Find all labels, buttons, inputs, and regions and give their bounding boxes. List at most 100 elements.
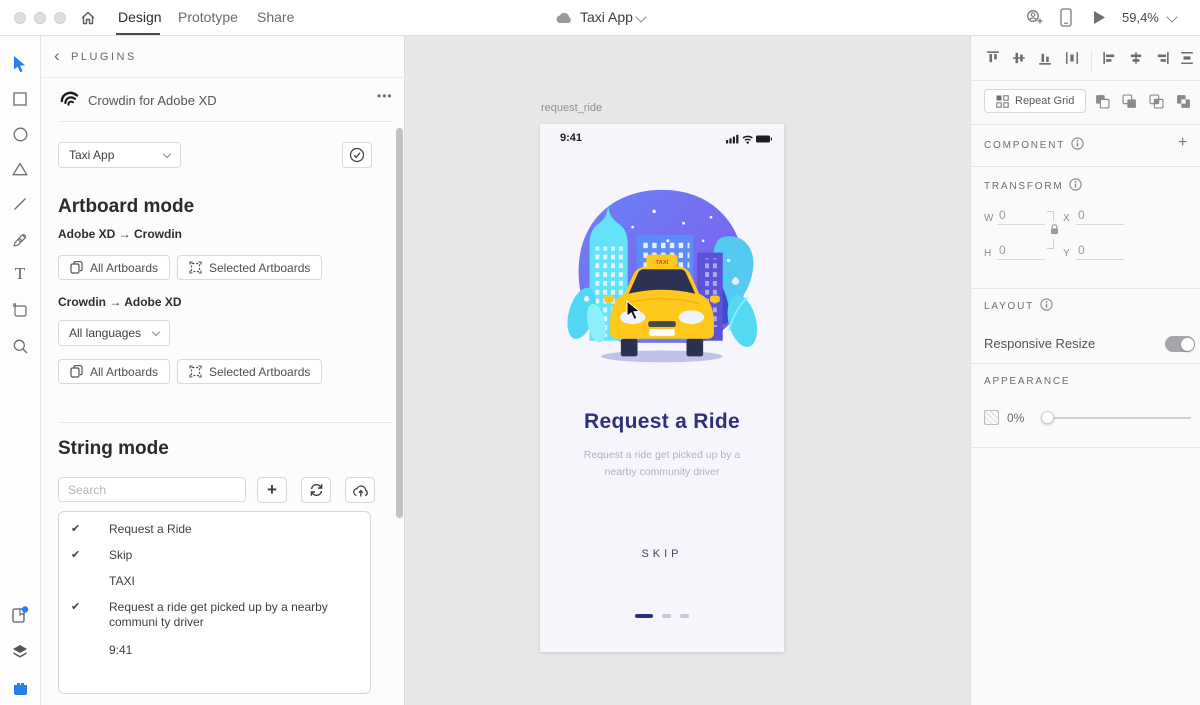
zoom-tool[interactable] bbox=[0, 332, 40, 360]
battery-icon bbox=[756, 135, 772, 143]
ride-title[interactable]: Request a Ride bbox=[540, 410, 784, 434]
align-top-icon[interactable] bbox=[986, 51, 1000, 65]
height-field[interactable] bbox=[997, 243, 1045, 260]
opacity-slider-track bbox=[1049, 417, 1191, 419]
sync-strings-button[interactable] bbox=[301, 477, 331, 503]
text-tool[interactable]: T bbox=[0, 260, 40, 288]
align-right-icon[interactable] bbox=[1155, 51, 1169, 65]
boolean-exclude-icon[interactable] bbox=[1176, 94, 1191, 109]
window-close-button[interactable] bbox=[14, 12, 26, 24]
tools-sidebar: T bbox=[0, 36, 41, 705]
string-mode-title: String mode bbox=[58, 438, 169, 459]
taxi-illustration: TAXI bbox=[564, 184, 760, 376]
lock-icon[interactable] bbox=[1050, 224, 1059, 235]
align-horizontal-center-icon[interactable] bbox=[1129, 51, 1143, 65]
artboard-name-label[interactable]: request_ride bbox=[541, 102, 602, 114]
panel-scrollbar[interactable] bbox=[396, 128, 403, 518]
boolean-add-icon[interactable] bbox=[1095, 94, 1110, 109]
info-icon[interactable] bbox=[1071, 137, 1084, 150]
play-preview-icon[interactable] bbox=[1092, 10, 1106, 25]
assets-panel-icon[interactable] bbox=[0, 673, 40, 701]
design-canvas[interactable]: request_ride 9:41 TAXI Request a Ride Re… bbox=[406, 36, 970, 705]
plugins-back-chevron-icon[interactable]: ‹ bbox=[54, 46, 60, 66]
layers-panel-icon[interactable] bbox=[0, 637, 40, 665]
artboard-request-ride[interactable]: 9:41 TAXI Request a Ride Request a ride … bbox=[540, 124, 784, 652]
y-field[interactable] bbox=[1076, 243, 1124, 260]
string-text: Skip bbox=[109, 548, 133, 562]
opacity-slider-knob[interactable] bbox=[1041, 411, 1054, 424]
divider bbox=[971, 124, 1200, 125]
tab-prototype[interactable]: Prototype bbox=[178, 9, 238, 25]
all-artboards-button-down[interactable]: All Artboards bbox=[58, 359, 171, 384]
skip-button[interactable]: SKIP bbox=[540, 548, 784, 560]
line-tool[interactable] bbox=[0, 190, 40, 218]
string-row[interactable]: 9:41 bbox=[59, 635, 370, 663]
home-icon[interactable] bbox=[80, 10, 96, 26]
pager-dot bbox=[662, 614, 671, 618]
rectangle-tool[interactable] bbox=[0, 85, 40, 113]
tab-share[interactable]: Share bbox=[257, 9, 294, 25]
document-title-chevron-icon[interactable] bbox=[635, 11, 647, 23]
width-field-label: W bbox=[984, 213, 994, 224]
ellipse-tool[interactable] bbox=[0, 120, 40, 148]
string-row[interactable]: ✔ Request a Ride bbox=[59, 512, 370, 542]
ride-subtitle-line2[interactable]: nearby community driver bbox=[540, 466, 784, 478]
distribute-vertical-icon[interactable] bbox=[1180, 51, 1194, 65]
width-field[interactable] bbox=[997, 208, 1045, 225]
confirm-project-button[interactable] bbox=[342, 142, 372, 168]
search-input[interactable] bbox=[58, 477, 246, 502]
selected-artboards-button-up[interactable]: Selected Artboards bbox=[177, 255, 323, 280]
string-list: ✔ Request a Ride ✔ Skip TAXI ✔ Request a… bbox=[58, 511, 371, 694]
align-bottom-icon[interactable] bbox=[1038, 51, 1052, 65]
string-row[interactable]: ✔ Request a ride get picked up by a near… bbox=[59, 594, 370, 635]
boolean-subtract-icon[interactable] bbox=[1122, 94, 1137, 109]
repeat-grid-button[interactable]: Repeat Grid bbox=[984, 89, 1087, 113]
component-section-label: COMPONENT bbox=[984, 140, 1066, 151]
string-row[interactable]: TAXI bbox=[59, 568, 370, 594]
divider bbox=[971, 166, 1200, 167]
languages-select[interactable]: All languages bbox=[58, 320, 170, 346]
responsive-resize-toggle[interactable] bbox=[1165, 336, 1195, 352]
invite-user-icon[interactable] bbox=[1024, 9, 1044, 27]
signal-icon bbox=[726, 134, 739, 144]
add-component-button[interactable]: + bbox=[1178, 134, 1187, 152]
ride-subtitle-line1[interactable]: Request a ride get picked up by a bbox=[540, 449, 784, 461]
divider bbox=[971, 447, 1200, 448]
device-preview-icon[interactable] bbox=[1060, 8, 1072, 27]
opacity-slider[interactable] bbox=[1041, 411, 1191, 424]
plugin-menu-icon[interactable]: ••• bbox=[377, 89, 393, 103]
string-text: Request a ride get picked up by a nearby… bbox=[109, 600, 328, 629]
selected-artboards-label: Selected Artboards bbox=[209, 364, 311, 379]
window-minimize-button[interactable] bbox=[34, 12, 46, 24]
add-string-button[interactable]: + bbox=[257, 477, 287, 503]
layout-section-label: LAYOUT bbox=[984, 301, 1035, 312]
selected-artboards-button-down[interactable]: Selected Artboards bbox=[177, 359, 323, 384]
document-title[interactable]: Taxi App bbox=[580, 9, 633, 25]
boolean-intersect-icon[interactable] bbox=[1149, 94, 1164, 109]
distribute-horizontal-icon[interactable] bbox=[1065, 51, 1079, 65]
all-artboards-button-up[interactable]: All Artboards bbox=[58, 255, 171, 280]
artboard-tool[interactable] bbox=[0, 296, 40, 324]
select-tool[interactable] bbox=[0, 50, 40, 78]
repeat-grid-label: Repeat Grid bbox=[1015, 95, 1075, 107]
tab-design[interactable]: Design bbox=[118, 9, 162, 25]
divider bbox=[971, 363, 1200, 364]
upload-strings-button[interactable] bbox=[345, 477, 375, 503]
align-vertical-center-icon[interactable] bbox=[1012, 51, 1026, 65]
responsive-resize-label: Responsive Resize bbox=[984, 336, 1096, 351]
align-left-icon[interactable] bbox=[1103, 51, 1117, 65]
opacity-value[interactable]: 0% bbox=[1007, 411, 1024, 425]
pen-tool[interactable] bbox=[0, 226, 40, 254]
info-icon[interactable] bbox=[1069, 178, 1082, 191]
plugins-panel-icon[interactable] bbox=[0, 601, 40, 629]
project-select[interactable]: Taxi App bbox=[58, 142, 181, 168]
window-zoom-button[interactable] bbox=[54, 12, 66, 24]
info-icon[interactable] bbox=[1040, 298, 1053, 311]
crowdin-plugin-panel: ‹ PLUGINS Crowdin for Adobe XD ••• Taxi … bbox=[41, 36, 405, 705]
zoom-level[interactable]: 59,4% bbox=[1122, 10, 1159, 25]
pager-dot bbox=[680, 614, 690, 618]
zoom-level-chevron-icon[interactable] bbox=[1166, 11, 1178, 23]
string-row[interactable]: ✔ Skip bbox=[59, 542, 370, 568]
x-field[interactable] bbox=[1076, 208, 1124, 225]
polygon-tool[interactable] bbox=[0, 155, 40, 183]
